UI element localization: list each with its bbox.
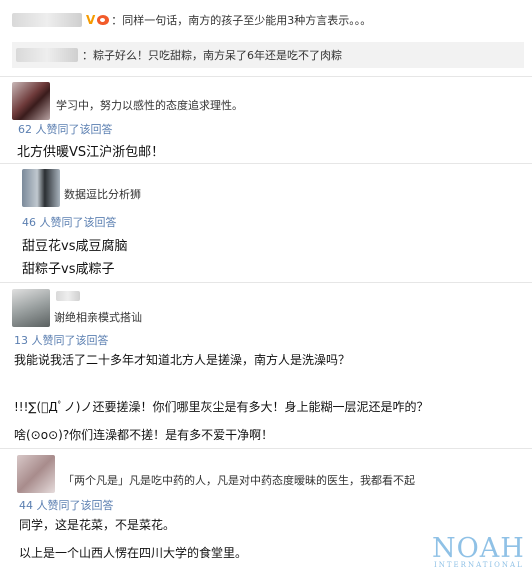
answer-text: 同学，这是花菜，不是菜花。 <box>19 518 176 532</box>
answer-text: 我能说我活了二十多年才知道北方人是搓澡，南方人是洗澡吗？ <box>14 353 351 367</box>
top-comment-text: ：同样一句话，南方的孩子至少能用3种方言表示。。。 <box>111 14 372 27</box>
avatar[interactable] <box>17 455 55 493</box>
quoted-reply: ：粽子好么！只吃甜粽，南方呆了6年还是吃不了肉粽 <box>12 42 524 68</box>
answer-author[interactable]: 学习中，努力以感性的态度追求理性。 <box>56 97 243 113</box>
avatar[interactable] <box>12 82 50 120</box>
quoted-reply-text: ：粽子好么！只吃甜粽，南方呆了6年还是吃不了肉粽 <box>82 49 342 62</box>
blurred-username[interactable] <box>16 48 78 62</box>
divider <box>0 76 532 77</box>
answer-text: !!!∑(ﾟДﾟノ)ノ还要搓澡！你们哪里灰尘是有多大！身上能糊一层泥还是咋的？ <box>14 400 429 414</box>
avatar[interactable] <box>22 169 60 207</box>
answer-text: 以上是一个山西人愣在四川大学的食堂里。 <box>19 546 248 560</box>
verified-v-icon: V <box>86 13 96 27</box>
divider <box>0 163 532 164</box>
logo-word: NOAH <box>432 533 525 564</box>
divider <box>0 282 532 283</box>
answer-author[interactable]: 「两个凡是」凡是吃中药的人，凡是对中药态度暧昧的医生，我都看不起 <box>63 472 415 488</box>
answer-text: 甜豆花vs咸豆腐脑 <box>22 239 128 254</box>
likes-count: 46 人赞同了该回答 <box>22 216 117 229</box>
answer-text: 甜粽子vs咸粽子 <box>22 262 115 277</box>
answer-author[interactable]: 数据逗比分析狮 <box>64 186 141 202</box>
likes-count: 13 人赞同了该回答 <box>14 334 109 347</box>
answer-text: 啥(⊙o⊙)?你们连澡都不搓！是有多不爱干净啊！ <box>14 428 274 442</box>
top-comment: V ：同样一句话，南方的孩子至少能用3种方言表示。。。 <box>12 9 522 31</box>
likes-count: 62 人赞同了该回答 <box>18 123 113 136</box>
divider <box>0 448 532 449</box>
blurred-username[interactable] <box>12 13 82 27</box>
logo-subtitle: INTERNATIONAL <box>434 561 524 569</box>
avatar[interactable] <box>12 289 50 327</box>
answer-text: 北方供暖VS江沪浙包邮！ <box>17 145 165 160</box>
likes-count: 44 人赞同了该回答 <box>19 499 114 512</box>
answer-author[interactable]: 谢绝相亲模式搭讪 <box>54 309 142 325</box>
weibo-icon <box>97 15 110 25</box>
noah-watermark-logo: NOAH INTERNATIONAL <box>432 533 528 569</box>
blurred-username[interactable] <box>56 291 80 301</box>
